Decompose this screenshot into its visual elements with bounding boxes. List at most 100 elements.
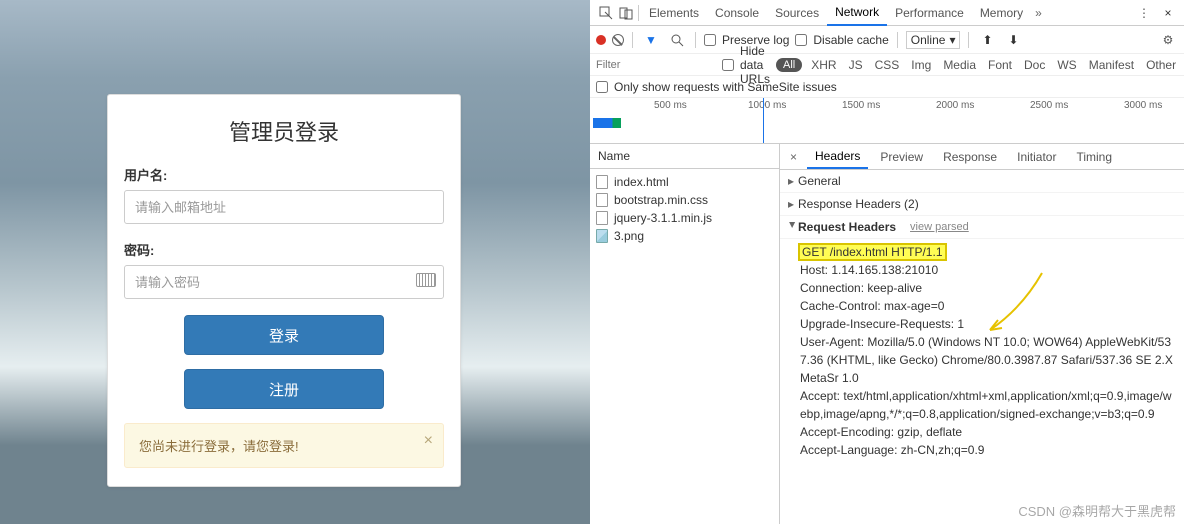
filter-type-xhr[interactable]: XHR [808,58,839,72]
username-input[interactable] [124,190,444,224]
alert-text: 您尚未进行登录，请您登录! [139,439,299,454]
request-headers-body: GET /index.html HTTP/1.1 Host: 1.14.165.… [780,239,1184,465]
tab-network[interactable]: Network [827,0,887,26]
devtools-tabs: Elements Console Sources Network Perform… [590,0,1184,26]
detail-tabs: × Headers Preview Response Initiator Tim… [780,144,1184,170]
header-line: Accept-Encoding: gzip, deflate [800,425,962,439]
request-name: bootstrap.min.css [614,193,708,207]
filter-type-font[interactable]: Font [985,58,1015,72]
header-line: Connection: keep-alive [800,281,922,295]
detail-tab-initiator[interactable]: Initiator [1009,146,1064,168]
tab-memory[interactable]: Memory [972,1,1031,25]
page-background: 管理员登录 用户名: 密码: 登录 注册 您尚未进行登录，请您登录! × [0,0,590,524]
filter-type-all[interactable]: All [776,58,802,72]
download-har-icon[interactable]: ⬇ [1006,33,1020,47]
filter-row: Hide data URLs All XHR JS CSS Img Media … [590,54,1184,76]
tab-elements[interactable]: Elements [641,1,707,25]
request-item[interactable]: index.html [590,173,779,191]
header-line: Accept: text/html,application/xhtml+xml,… [800,389,1172,421]
section-request-headers[interactable]: ▸Request Headersview parsed [780,216,1184,239]
filter-type-doc[interactable]: Doc [1021,58,1048,72]
filter-type-manifest[interactable]: Manifest [1086,58,1137,72]
chevron-down-icon: ▾ [949,33,955,47]
register-button[interactable]: 注册 [184,369,384,409]
login-title: 管理员登录 [124,115,444,147]
alert-close-icon[interactable]: × [424,432,433,450]
filter-input[interactable] [596,59,716,71]
record-icon[interactable] [596,35,606,45]
request-detail-panel: × Headers Preview Response Initiator Tim… [780,144,1184,524]
timeline-cursor[interactable] [763,98,764,143]
request-item[interactable]: 3.png [590,227,779,245]
filter-type-ws[interactable]: WS [1054,58,1079,72]
upload-har-icon[interactable]: ⬆ [980,33,994,47]
keyboard-icon[interactable] [416,273,436,287]
triangle-right-icon: ▸ [788,174,798,188]
timeline-tick: 2500 ms [1030,100,1068,111]
file-icon [596,175,608,189]
file-icon [596,211,608,225]
settings-icon[interactable]: ⚙ [1161,33,1175,47]
image-icon [596,229,608,243]
detail-tab-preview[interactable]: Preview [872,146,931,168]
clear-icon[interactable] [612,34,624,46]
username-label: 用户名: [124,165,444,184]
hide-data-urls-checkbox[interactable] [722,59,734,71]
timeline-tick: 500 ms [654,100,687,111]
password-label: 密码: [124,240,444,259]
samesite-checkbox[interactable] [596,81,608,93]
request-item[interactable]: bootstrap.min.css [590,191,779,209]
separator [632,32,633,48]
triangle-down-icon: ▸ [786,222,800,232]
devtools-close-icon[interactable]: × [1161,6,1175,20]
throttle-value: Online [911,33,946,47]
separator [695,32,696,48]
view-parsed-link[interactable]: view parsed [910,221,969,233]
timeline-tick: 1500 ms [842,100,880,111]
samesite-row: Only show requests with SameSite issues [590,76,1184,98]
filter-type-media[interactable]: Media [940,58,979,72]
password-input[interactable] [124,265,444,299]
devtools-panel: Elements Console Sources Network Perform… [590,0,1184,524]
filter-icon[interactable]: ▼ [644,33,658,47]
section-general[interactable]: ▸General [780,170,1184,193]
disable-cache-label: Disable cache [813,33,888,47]
detail-tab-headers[interactable]: Headers [807,145,868,169]
tab-console[interactable]: Console [707,1,767,25]
detail-tab-response[interactable]: Response [935,146,1005,168]
timeline[interactable]: 500 ms 1000 ms 1500 ms 2000 ms 2500 ms 3… [590,98,1184,144]
triangle-right-icon: ▸ [788,197,798,211]
section-response-headers[interactable]: ▸Response Headers (2) [780,193,1184,216]
tab-sources[interactable]: Sources [767,1,827,25]
login-button[interactable]: 登录 [184,315,384,355]
header-line: Accept-Language: zh-CN,zh;q=0.9 [800,443,984,457]
detail-close-icon[interactable]: × [784,150,803,164]
watermark: CSDN @森明帮大于黑虎帮 [1018,501,1176,520]
inspect-icon[interactable] [599,6,613,20]
separator [968,32,969,48]
disable-cache-checkbox[interactable] [795,34,807,46]
more-tabs-icon[interactable]: » [1031,6,1046,20]
tab-performance[interactable]: Performance [887,1,972,25]
network-toolbar: ▼ Preserve log Disable cache Online▾ ⬆ ⬇… [590,26,1184,54]
detail-tab-timing[interactable]: Timing [1068,146,1120,168]
request-list-header[interactable]: Name [590,144,779,169]
filter-type-img[interactable]: Img [908,58,934,72]
throttle-select[interactable]: Online▾ [906,31,961,49]
filter-type-other[interactable]: Other [1143,58,1179,72]
separator [897,32,898,48]
preserve-log-checkbox[interactable] [704,34,716,46]
header-line: User-Agent: Mozilla/5.0 (Windows NT 10.0… [800,335,1173,385]
highlighted-line: GET /index.html HTTP/1.1 [800,245,945,259]
request-item[interactable]: jquery-3.1.1.min.js [590,209,779,227]
filter-type-css[interactable]: CSS [872,58,903,72]
device-toggle-icon[interactable] [619,6,633,20]
request-name: jquery-3.1.1.min.js [614,211,712,225]
file-icon [596,193,608,207]
filter-type-js[interactable]: JS [846,58,866,72]
section-label: General [798,174,841,188]
devtools-menu-icon[interactable]: ⋮ [1130,6,1158,20]
header-line: Host: 1.14.165.138:21010 [800,263,938,277]
timeline-bar [593,118,621,128]
search-icon[interactable] [670,33,684,47]
